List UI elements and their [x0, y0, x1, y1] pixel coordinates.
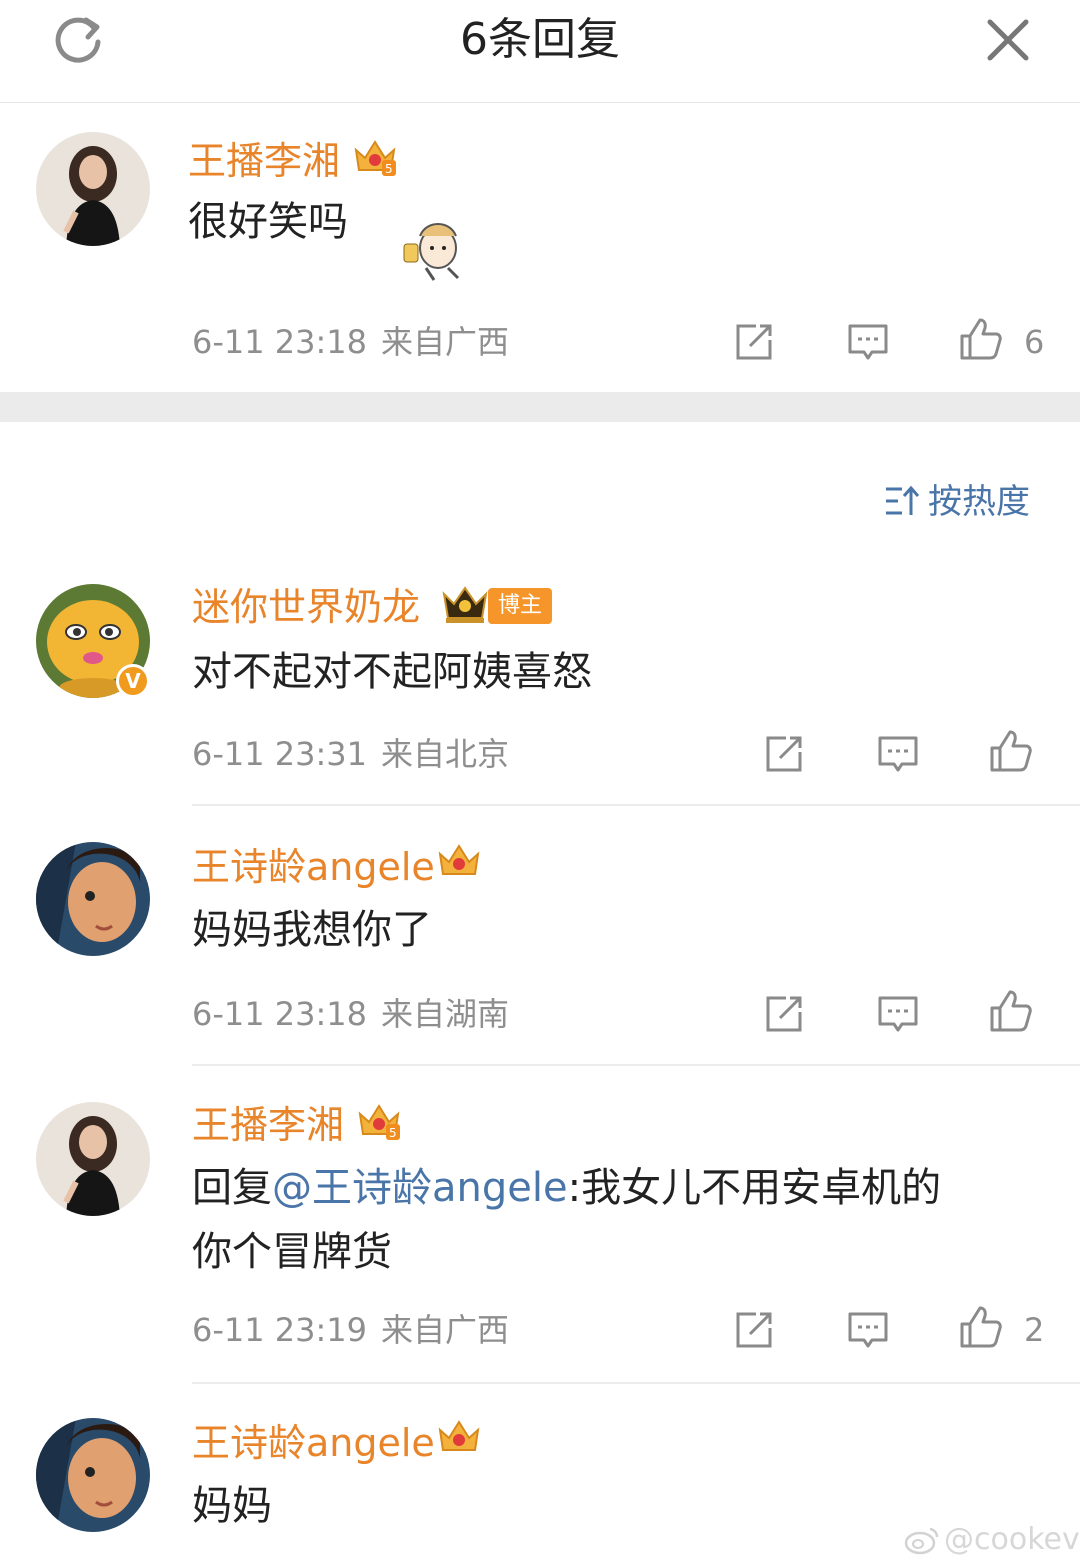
avatar[interactable]	[36, 1418, 150, 1532]
watermark-text: @cookev	[944, 1522, 1080, 1557]
verified-badge: V	[116, 664, 150, 698]
svg-text:5: 5	[385, 162, 393, 176]
comment-meta: 6-11 23:18 来自湖南	[192, 994, 509, 1034]
comment-icon[interactable]	[876, 732, 920, 776]
comment-icon[interactable]	[876, 992, 920, 1036]
repost-icon[interactable]	[762, 992, 806, 1036]
sticker-icon	[396, 214, 480, 284]
page-title: 6条回复	[460, 14, 620, 65]
author-name[interactable]: 王播李湘	[188, 138, 340, 184]
comment-time: 6-11 23:18	[192, 323, 368, 361]
comment-icon[interactable]	[846, 320, 890, 364]
divider	[192, 1064, 1080, 1066]
comment-text: 很好笑吗	[188, 199, 348, 245]
mention-link[interactable]: @王诗龄angele	[272, 1165, 568, 1211]
crown-badge-icon: 5	[354, 140, 396, 176]
comment-meta: 6-11 23:19 来自广西	[192, 1310, 509, 1350]
crown-badge-icon: 5	[358, 1104, 400, 1140]
comment-text-line2: 你个冒牌货	[192, 1229, 392, 1275]
repost-icon[interactable]	[732, 1308, 776, 1352]
like-count: 2	[1024, 1311, 1045, 1349]
comment-meta: 6-11 23:31 来自北京	[192, 734, 509, 774]
comment-text: 对不起对不起阿姨喜怒	[192, 649, 592, 695]
author-name[interactable]: 王诗龄angele	[192, 1420, 435, 1466]
crown-badge-icon	[438, 1420, 480, 1451]
comment-time: 6-11 23:31	[192, 735, 368, 773]
comment-location: 来自广西	[381, 1311, 510, 1349]
comment-meta: 6-11 23:18 来自广西	[192, 322, 509, 362]
divider	[192, 1382, 1080, 1384]
close-icon[interactable]	[982, 14, 1034, 66]
like-icon[interactable]	[988, 988, 1032, 1032]
sort-label: 按热度	[928, 482, 1030, 522]
svg-text:5: 5	[389, 1126, 397, 1140]
crown-badge-icon	[442, 586, 488, 623]
like-icon[interactable]	[988, 728, 1032, 772]
reply-prefix: 回复	[192, 1165, 272, 1211]
avatar[interactable]	[36, 842, 150, 956]
blogger-tag: 博主	[488, 588, 553, 624]
watermark: @cookev	[904, 1522, 1080, 1557]
top-bar: 6条回复	[0, 0, 1080, 103]
sort-button[interactable]: 按热度	[884, 478, 1030, 526]
reply-body: :我女儿不用安卓机的	[567, 1165, 942, 1211]
repost-icon[interactable]	[762, 732, 806, 776]
section-separator	[0, 392, 1080, 422]
like-icon[interactable]	[958, 1304, 1002, 1348]
author-name[interactable]: 迷你世界奶龙	[192, 584, 420, 630]
repost-icon[interactable]	[732, 320, 776, 364]
author-name[interactable]: 王诗龄angele	[192, 844, 435, 890]
divider	[192, 804, 1080, 806]
sort-icon	[886, 485, 920, 515]
comment-location: 来自北京	[381, 735, 510, 773]
avatar[interactable]	[36, 132, 150, 246]
comment-location: 来自湖南	[381, 995, 510, 1033]
comment-text-line1: 回复@王诗龄angele:我女儿不用安卓机的	[192, 1158, 941, 1218]
author-name[interactable]: 王播李湘	[192, 1102, 344, 1148]
comment-icon[interactable]	[846, 1308, 890, 1352]
comment-location: 来自广西	[381, 323, 510, 361]
like-count: 6	[1024, 323, 1045, 361]
comment-time: 6-11 23:18	[192, 995, 368, 1033]
weibo-logo-icon	[904, 1527, 939, 1555]
avatar[interactable]	[36, 1102, 150, 1216]
comment-time: 6-11 23:19	[192, 1311, 368, 1349]
comment-text: 妈妈	[192, 1483, 272, 1529]
crown-badge-icon	[438, 844, 480, 875]
comment-text: 妈妈我想你了	[192, 907, 432, 953]
like-icon[interactable]	[958, 316, 1002, 360]
